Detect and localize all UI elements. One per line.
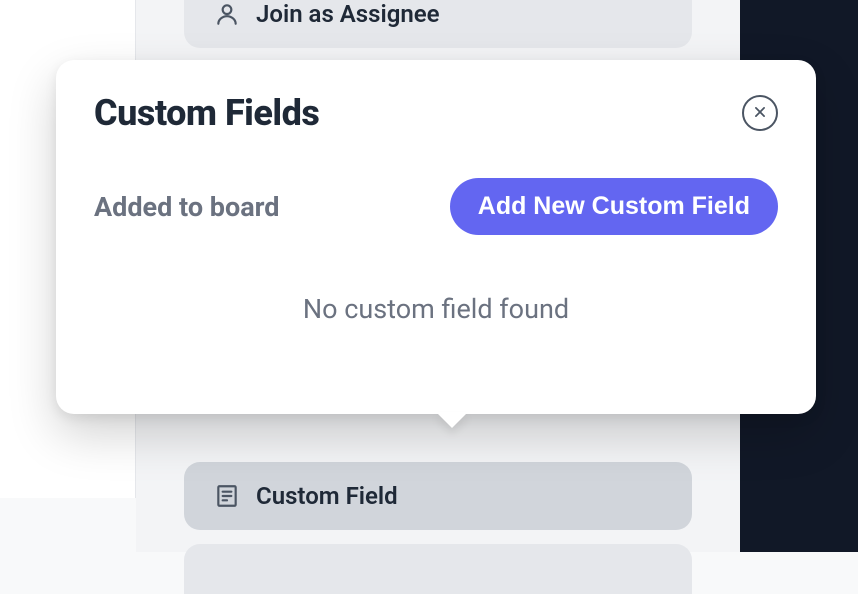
form-icon	[214, 483, 240, 509]
added-to-board-label: Added to board	[94, 191, 279, 223]
list-item-label: Custom Field	[256, 482, 398, 510]
close-button[interactable]	[742, 95, 778, 131]
popover-toolbar: Added to board Add New Custom Field	[94, 178, 778, 235]
popover-title: Custom Fields	[94, 92, 319, 134]
list-item-custom-field[interactable]: Custom Field	[184, 462, 692, 530]
empty-state-message: No custom field found	[94, 293, 778, 325]
list-item-label: Join as Assignee	[256, 0, 440, 28]
list-item-join-assignee[interactable]: Join as Assignee	[184, 0, 692, 48]
custom-fields-popover: Custom Fields Added to board Add New Cus…	[56, 60, 816, 414]
user-icon	[214, 1, 240, 27]
popover-header: Custom Fields	[94, 92, 778, 134]
add-new-custom-field-button[interactable]: Add New Custom Field	[450, 178, 778, 235]
close-icon	[753, 103, 767, 124]
